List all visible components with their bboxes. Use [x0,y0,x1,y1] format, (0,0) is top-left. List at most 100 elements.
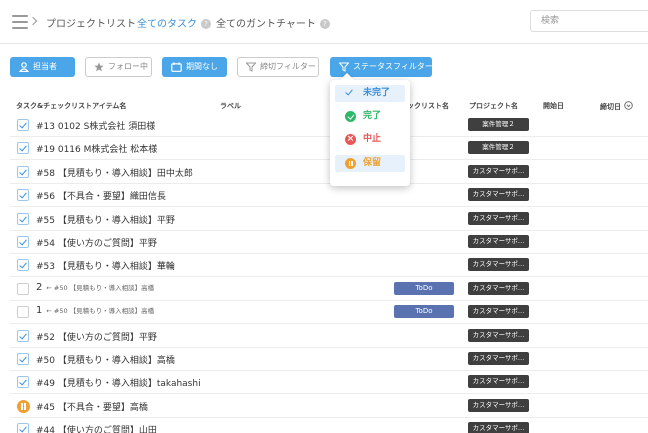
checkbox-checked[interactable] [17,259,29,272]
project-badge[interactable]: カスタマーサポ… [468,398,529,412]
project-badge[interactable]: カスタマーサポ… [468,328,529,342]
star-icon [94,62,104,71]
pause-circle-icon[interactable] [17,399,30,413]
checklist-badge[interactable]: ToDo [394,305,454,319]
project-badge[interactable]: カスタマーサポ… [468,281,529,295]
project-badge[interactable]: 案件管理２ [468,141,529,155]
column-header-project: プロジェクト名 [469,102,518,110]
checkbox-checked[interactable] [17,376,29,389]
help-icon[interactable]: ? [201,19,211,29]
parent-task-link[interactable]: ← #50 【見積もり・導入相談】高橋 [46,284,154,292]
person-icon [19,61,29,72]
column-header-task: タスク&チェックリストアイテム名 [16,102,127,110]
task-title-text: #54 【使い方のご質問】平野 [36,239,157,249]
task-title[interactable]: #13 0102 S株式会社 須田様 [36,119,155,132]
task-title[interactable]: #53 【見積もり・導入相談】華輪 [36,259,175,272]
project-badge[interactable]: カスタマーサポ… [468,164,529,178]
no-period-filter-button[interactable]: 期間なし [162,57,227,77]
table-row[interactable]: #13 0102 S株式会社 須田様 案件管理２ [10,114,648,137]
task-title[interactable]: #52 【使い方のご質問】平野 [36,330,157,343]
following-filter-button[interactable]: フォロー中 [85,57,152,77]
table-row[interactable]: #56 【不具合・要望】織田信長 カスタマーサポ… [10,184,648,208]
task-title[interactable]: #44 【使い方のご質問】山田 [36,423,157,433]
task-title[interactable]: #55 【見積もり・導入相談】平野 [36,213,175,226]
checkbox-checked[interactable] [17,165,29,178]
project-badge[interactable]: カスタマーサポ… [468,188,529,202]
project-badge[interactable]: 案件管理２ [468,118,529,131]
task-title-text: #45 【不具合・要望】高橋 [36,402,148,413]
project-badge[interactable]: カスタマーサポ… [468,211,529,225]
task-title-text: 1 [36,305,43,317]
check-circle-icon [345,111,356,122]
tab-all-gantt-charts[interactable]: 全てのガントチャート? [216,15,330,30]
task-title[interactable]: #58 【見積もり・導入相談】田中太郎 [36,166,193,179]
menu-toggle-icon[interactable] [12,14,38,30]
column-header-label: ラベル [220,102,241,110]
task-title-text: #49 【見積もり・導入相談】takahashi [36,379,201,390]
status-option-label: 保留 [363,158,382,168]
parent-task-link[interactable]: ← #50 【見積もり・導入相談】高橋 [46,307,154,315]
status-option-label: 未完了 [363,88,391,98]
table-row[interactable]: #54 【使い方のご質問】平野 カスタマーサポ… [10,231,648,254]
checklist-badge[interactable]: ToDo [394,281,454,295]
table-row[interactable]: #19 0116 M株式会社 松本様 案件管理２ [10,137,648,161]
task-title-text: #58 【見積もり・導入相談】田中太郎 [36,168,193,179]
checkbox-checked[interactable] [17,353,29,365]
project-badge[interactable]: カスタマーサポ… [468,352,529,365]
table-row[interactable]: #45 【不具合・要望】高橋 カスタマーサポ… [10,395,648,418]
checkbox[interactable] [17,306,29,319]
task-title[interactable]: #19 0116 M株式会社 松本様 [36,142,157,155]
status-option-complete[interactable]: 完了 [335,108,405,125]
task-title-text: #13 0102 S株式会社 須田様 [36,122,156,132]
project-badge[interactable]: カスタマーサポ… [468,258,529,272]
table-row[interactable]: #49 【見積もり・導入相談】takahashi カスタマーサポ… [10,371,648,395]
tab-project-list[interactable]: プロジェクトリスト [46,15,136,30]
button-label: ステータスフィルター [353,62,433,71]
status-option-cancelled[interactable]: × 中止 [335,131,405,148]
table-row[interactable]: #44 【使い方のご質問】山田 カスタマーサポ… [10,418,648,433]
checkbox-checked[interactable] [17,236,29,248]
search-input[interactable]: 検索 [530,10,648,32]
pause-circle-icon [345,158,356,169]
checkbox-checked[interactable] [17,212,29,225]
checkbox-checked[interactable] [17,423,29,433]
checkbox-checked[interactable] [17,142,29,155]
checkbox[interactable] [17,282,29,295]
table-row[interactable]: #50 【見積もり・導入相談】高橋 カスタマーサポ… [10,348,648,371]
project-badge[interactable]: カスタマーサポ… [468,235,529,248]
task-title[interactable]: #54 【使い方のご質問】平野 [36,236,157,249]
status-option-incomplete[interactable]: 未完了 [335,85,405,102]
project-badge[interactable]: カスタマーサポ… [468,305,529,319]
table-row[interactable]: 1 ← #50 【見積もり・導入相談】高橋 ToDo カスタマーサポ… [10,301,648,325]
table-row[interactable]: 2 ← #50 【見積もり・導入相談】高橋 ToDo カスタマーサポ… [10,278,648,301]
task-title[interactable]: #50 【見積もり・導入相談】高橋 [36,353,175,366]
checkbox-checked[interactable] [17,119,29,131]
help-icon[interactable]: ? [319,19,330,29]
table-row[interactable]: #58 【見積もり・導入相談】田中太郎 カスタマーサポ… [10,161,648,184]
task-title-text: #56 【不具合・要望】織田信長 [36,192,166,203]
column-header-deadline[interactable]: 締切日 [600,101,634,112]
deadline-filter-button[interactable]: 締切フィルター [237,57,319,77]
tab-all-tasks[interactable]: 全てのタスク? [137,15,211,30]
task-title[interactable]: #45 【不具合・要望】高橋 [36,400,148,413]
column-header-label: 締切日 [600,103,621,111]
assignee-filter-button[interactable]: 担当者 [10,57,75,77]
table-row[interactable]: #52 【使い方のご質問】平野 カスタマーサポ… [10,325,648,348]
checkbox-checked[interactable] [17,189,29,202]
filter-icon [246,62,256,72]
tab-label: 全てのタスク [137,19,197,30]
table-row[interactable]: #53 【見積もり・導入相談】華輪 カスタマーサポ… [10,254,648,278]
task-title[interactable]: #56 【不具合・要望】織田信長 [36,189,166,202]
table-row[interactable]: #55 【見積もり・導入相談】平野 カスタマーサポ… [10,208,648,231]
task-title[interactable]: 2 ← #50 【見積もり・導入相談】高橋 [36,282,154,293]
task-title[interactable]: #49 【見積もり・導入相談】takahashi [36,376,201,389]
checkbox-checked[interactable] [17,329,29,342]
project-badge[interactable]: カスタマーサポ… [468,422,529,433]
status-option-on-hold[interactable]: 保留 [335,155,405,172]
task-title-text: 2 [36,281,43,293]
tab-label: プロジェクトリスト [46,19,136,30]
task-title-text: #19 0116 M株式会社 松本様 [36,145,158,156]
task-title[interactable]: 1 ← #50 【見積もり・導入相談】高橋 [36,305,154,316]
project-badge[interactable]: カスタマーサポ… [468,375,529,389]
status-option-label: 中止 [363,134,382,144]
